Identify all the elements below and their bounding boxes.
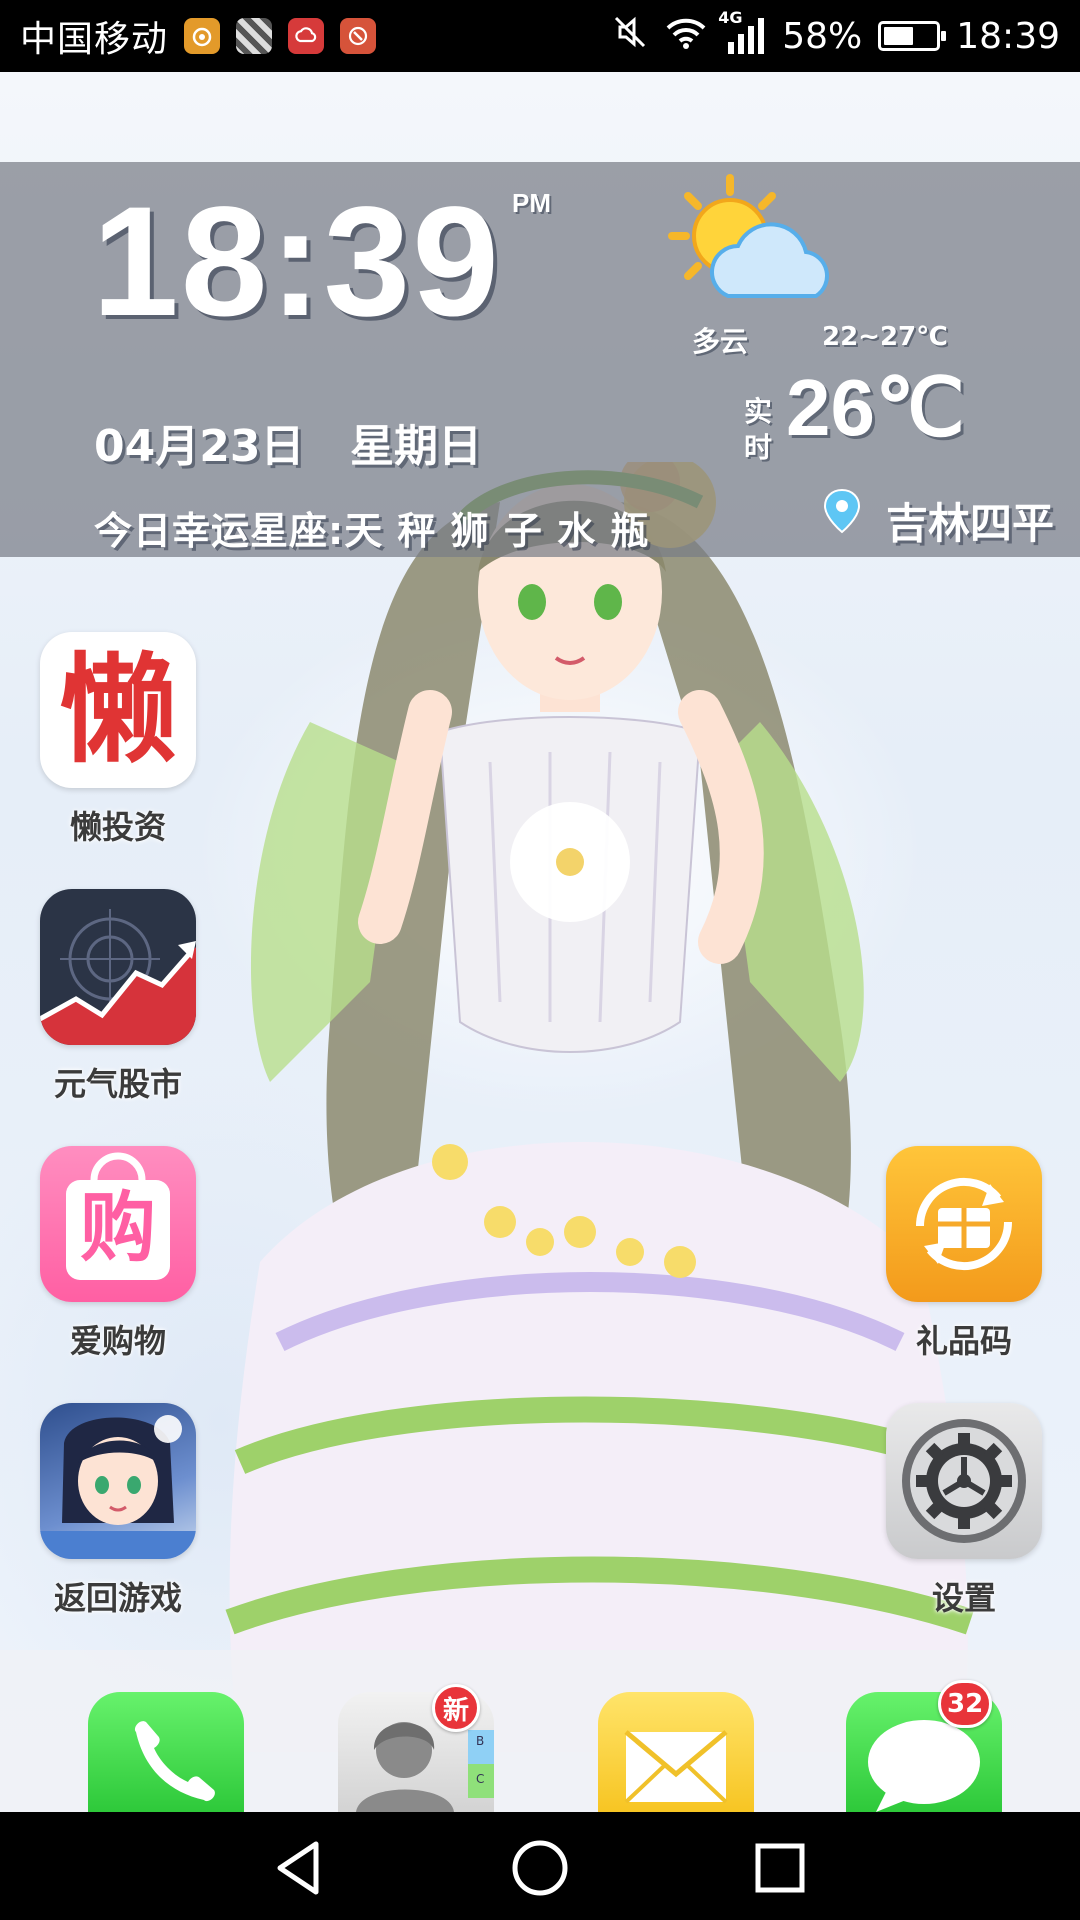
- widget-lucky-signs: 今日幸运星座:天 秤 狮 子 水 瓶: [94, 509, 650, 553]
- shopping-bag-icon: 购: [40, 1146, 196, 1302]
- gift-code-icon: [886, 1146, 1042, 1302]
- squirrel-app-icon: [184, 18, 221, 54]
- app-label: 设置: [931, 1579, 996, 1617]
- battery-level-fill: [884, 27, 914, 45]
- app-ai-shopping[interactable]: 购 爱购物: [40, 1146, 196, 1362]
- signal-icon: 4G: [718, 8, 766, 56]
- messages-unread-badge: 32: [938, 1680, 993, 1728]
- shopping-glyph: 购: [80, 1183, 156, 1272]
- widget-weekday: 星期日: [350, 421, 482, 472]
- weather-condition: 多云: [692, 325, 749, 358]
- location-pin-icon: [823, 488, 861, 534]
- stock-chart-icon: [40, 889, 196, 1045]
- clock-weather-widget[interactable]: 18:39 PM 04月23日 星期日 今日幸运星座:天 秤 狮 子 水 瓶 多…: [0, 162, 1080, 557]
- contacts-index-b: B: [476, 1734, 485, 1748]
- gallery-app-icon: [236, 18, 273, 54]
- lan-invest-glyph: 懒: [58, 641, 177, 779]
- app-yuanqi-stock[interactable]: 元气股市: [40, 889, 196, 1105]
- phone-icon[interactable]: [88, 1692, 244, 1812]
- lan-invest-icon: 懒: [40, 632, 196, 788]
- battery-icon: [878, 21, 947, 51]
- back-button[interactable]: [270, 1838, 330, 1898]
- widget-clock-time: 18:39: [92, 175, 501, 349]
- cloud-app-icon: [288, 18, 325, 54]
- current-temperature: 26℃: [786, 363, 965, 452]
- wifi-icon: [664, 14, 708, 59]
- battery-percent: 58%: [782, 15, 863, 57]
- carrier-name: 中国移动: [20, 19, 169, 60]
- mail-icon[interactable]: [598, 1692, 754, 1812]
- status-bar: 中国移动 4G 58% 18:39: [0, 0, 1080, 72]
- temperature-range: 22~27℃: [822, 322, 948, 352]
- app-label: 爱购物: [69, 1322, 166, 1360]
- tool-app-icon: [340, 18, 377, 54]
- navigation-bar: [0, 1812, 1080, 1920]
- partly-cloudy-icon: [668, 174, 830, 298]
- app-label: 懒投资: [69, 808, 166, 846]
- realtime-label: 实时: [744, 395, 773, 464]
- app-label: 元气股市: [53, 1065, 182, 1103]
- mute-icon: [612, 14, 648, 59]
- contacts-new-badge: 新: [432, 1684, 480, 1732]
- gear-icon: [886, 1403, 1042, 1559]
- app-lan-invest[interactable]: 懒 懒投资: [40, 632, 196, 848]
- recents-button[interactable]: [750, 1838, 810, 1898]
- dock: B C: [0, 1650, 1080, 1812]
- game-character-icon: [40, 1403, 196, 1559]
- app-settings[interactable]: 设置: [886, 1403, 1042, 1619]
- status-time: 18:39: [956, 15, 1060, 57]
- app-label: 返回游戏: [53, 1579, 182, 1617]
- app-label: 礼品码: [915, 1322, 1012, 1360]
- contacts-index-c: C: [476, 1772, 485, 1786]
- app-return-game[interactable]: 返回游戏: [40, 1403, 196, 1619]
- widget-date: 04月23日: [94, 421, 305, 472]
- home-button[interactable]: [510, 1838, 570, 1898]
- location-name: 吉林四平: [886, 499, 1055, 548]
- widget-ampm: PM: [512, 188, 551, 218]
- app-gift-code[interactable]: 礼品码: [886, 1146, 1042, 1362]
